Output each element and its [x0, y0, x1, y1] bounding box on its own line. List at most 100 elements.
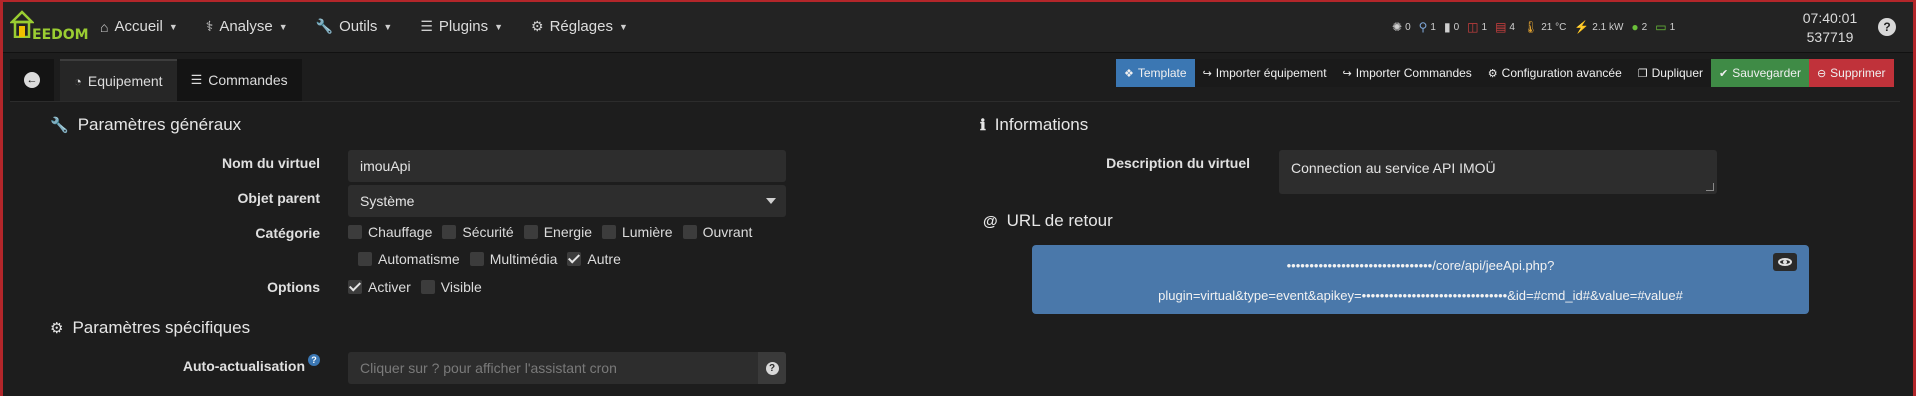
general-params-title: 🔧 Paramètres généraux: [50, 115, 242, 134]
wrench-icon: 🔧: [50, 117, 69, 134]
thermometer-icon: 🌡: [1522, 20, 1539, 34]
cubes-icon: ❖: [1124, 67, 1134, 80]
tab-commandes[interactable]: ☰ Commandes: [176, 59, 302, 101]
parent-select[interactable]: Système: [348, 185, 786, 217]
tab-divider: [10, 101, 1900, 102]
tachometer-icon: ◔: [74, 73, 82, 89]
jeedom-logo[interactable]: EEDOM: [10, 8, 89, 46]
status-shutter[interactable]: ▤ 4: [1495, 20, 1515, 34]
checkbox: [682, 225, 697, 239]
import-commandes-button[interactable]: ↪ Importer Commandes: [1334, 59, 1480, 87]
show-apikey-button[interactable]: [1773, 253, 1797, 271]
share-icon: ↪: [1342, 67, 1352, 80]
copy-icon: ❐: [1637, 67, 1648, 80]
menu-analyse[interactable]: ⚕ Analyse ▼: [206, 18, 288, 35]
status-door[interactable]: ▮ 0: [1444, 20, 1459, 34]
info-icon: ℹ: [980, 117, 986, 134]
category-automatisme[interactable]: Automatisme: [358, 251, 460, 267]
save-button[interactable]: ✔ Sauvegarder: [1711, 59, 1809, 87]
house-logo-icon: [10, 10, 34, 38]
category-row-2: Automatisme Multimédia Autre: [358, 251, 631, 267]
status-temperature[interactable]: 🌡 21 °C: [1523, 20, 1566, 34]
auto-refresh-label: Auto-actualisation: [182, 358, 305, 374]
door-icon: ▮: [1443, 20, 1451, 34]
arrow-left-circle-icon: ←: [24, 72, 40, 88]
url-title: @ URL de retour: [983, 211, 1113, 230]
duplicate-button[interactable]: ❐ Dupliquer: [1629, 59, 1712, 87]
advanced-config-button[interactable]: ⚙ Configuration avancée: [1479, 59, 1630, 87]
logo-brand-text: EEDOM: [32, 27, 89, 43]
options-row: Activer Visible: [348, 279, 492, 295]
select-caret-icon: [766, 198, 776, 204]
caret-down-icon: ▼: [494, 21, 504, 32]
top-navbar: EEDOM ⌂ Accueil ▼ ⚕ Analyse ▼ 🔧 Outils ▼…: [0, 0, 1916, 53]
tab-equipement-label: Equipement: [87, 73, 163, 89]
clock-time: 07:40:01: [1802, 10, 1858, 26]
help-icon[interactable]: ?: [1878, 18, 1896, 36]
caret-down-icon: ▼: [278, 21, 288, 32]
tab-commandes-label: Commandes: [208, 72, 288, 88]
status-battery[interactable]: ▭ 1: [1655, 20, 1675, 34]
menu-accueil-label: Accueil: [114, 18, 163, 35]
menu-outils-label: Outils: [339, 18, 378, 35]
alarm-icon: ✺: [1392, 20, 1403, 34]
list-icon: ☰: [420, 18, 433, 34]
category-multimedia[interactable]: Multimédia: [469, 251, 557, 267]
checkbox-checked: [567, 252, 582, 266]
cron-assistant-button[interactable]: ?: [758, 352, 786, 384]
checkbox: [420, 280, 435, 294]
caret-down-icon: ▼: [383, 21, 393, 32]
option-visible[interactable]: Visible: [420, 279, 482, 295]
informations-title: ℹ Informations: [980, 115, 1089, 134]
menu-outils[interactable]: 🔧 Outils ▼: [316, 18, 393, 35]
gear-icon: ⚙: [531, 18, 544, 34]
caret-down-icon: ▼: [618, 21, 628, 32]
person-walking-icon: ⚲: [1418, 20, 1428, 34]
menu-accueil[interactable]: ⌂ Accueil ▼: [100, 18, 178, 35]
resize-grip-icon[interactable]: [1706, 183, 1714, 191]
template-button[interactable]: ❖ Template: [1116, 59, 1195, 87]
status-motion[interactable]: ⚲ 1: [1419, 20, 1436, 34]
auto-refresh-input[interactable]: Cliquer sur ? pour afficher l'assistant …: [348, 352, 786, 384]
category-energie[interactable]: Energie: [523, 224, 592, 240]
option-activer[interactable]: Activer: [348, 279, 411, 295]
bolt-icon: ⚡: [1574, 20, 1590, 34]
status-summary: ✺ 0 ⚲ 1 ▮ 0 ◫ 1 ▤ 4 🌡 21 °C ⚡ 2.1 kW ● 2 ▭ 1: [1392, 19, 1683, 35]
status-power[interactable]: ⚡ 2.1 kW: [1574, 20, 1623, 34]
status-presence[interactable]: ● 2: [1631, 20, 1647, 34]
tab-equipement[interactable]: ◔ Equipement: [60, 59, 177, 101]
battery-icon: ▭: [1655, 20, 1667, 34]
import-equipement-button[interactable]: ↪ Importer équipement: [1194, 59, 1335, 87]
status-window[interactable]: ◫ 1: [1467, 20, 1487, 34]
equipment-tabs: ← ◔ Equipement ☰ Commandes: [10, 59, 302, 101]
question-circle-icon[interactable]: ?: [308, 354, 320, 366]
shutter-icon: ▤: [1495, 20, 1507, 34]
category-lumiere[interactable]: Lumière: [601, 224, 673, 240]
category-label: Catégorie: [255, 225, 320, 241]
back-button[interactable]: ←: [10, 59, 54, 101]
clock: 07:40:01 537719: [1790, 9, 1870, 47]
check-circle-icon: ✔: [1719, 67, 1729, 80]
checkbox: [442, 225, 457, 239]
description-label: Description du virtuel: [1106, 155, 1250, 171]
caret-down-icon: ▼: [168, 21, 178, 32]
category-chauffage[interactable]: Chauffage: [348, 224, 432, 240]
options-label: Options: [267, 279, 320, 295]
user-icon: ●: [1631, 20, 1639, 34]
description-textarea[interactable]: Connection au service API IMOÜ: [1279, 150, 1717, 194]
category-securite[interactable]: Sécurité: [442, 224, 514, 240]
menu-plugins[interactable]: ☰ Plugins ▼: [420, 18, 503, 35]
delete-button[interactable]: ⊖ Supprimer: [1808, 59, 1894, 87]
callback-url-box: ••••••••••••••••••••••••••••••••/core/ap…: [1032, 245, 1809, 314]
category-autre[interactable]: Autre: [567, 251, 621, 267]
wrench-icon: 🔧: [315, 18, 334, 34]
category-ouvrant[interactable]: Ouvrant: [682, 224, 752, 240]
checkbox: [601, 225, 616, 239]
menu-reglages[interactable]: ⚙ Réglages ▼: [531, 18, 628, 35]
main-menu: ⌂ Accueil ▼ ⚕ Analyse ▼ 🔧 Outils ▼ ☰ Plu…: [100, 0, 656, 53]
eye-icon: [1778, 258, 1792, 266]
status-alarm[interactable]: ✺ 0: [1392, 20, 1411, 34]
clock-counter: 537719: [1806, 29, 1854, 45]
name-input[interactable]: imouApi: [348, 150, 786, 182]
stethoscope-icon: ⚕: [205, 18, 214, 34]
